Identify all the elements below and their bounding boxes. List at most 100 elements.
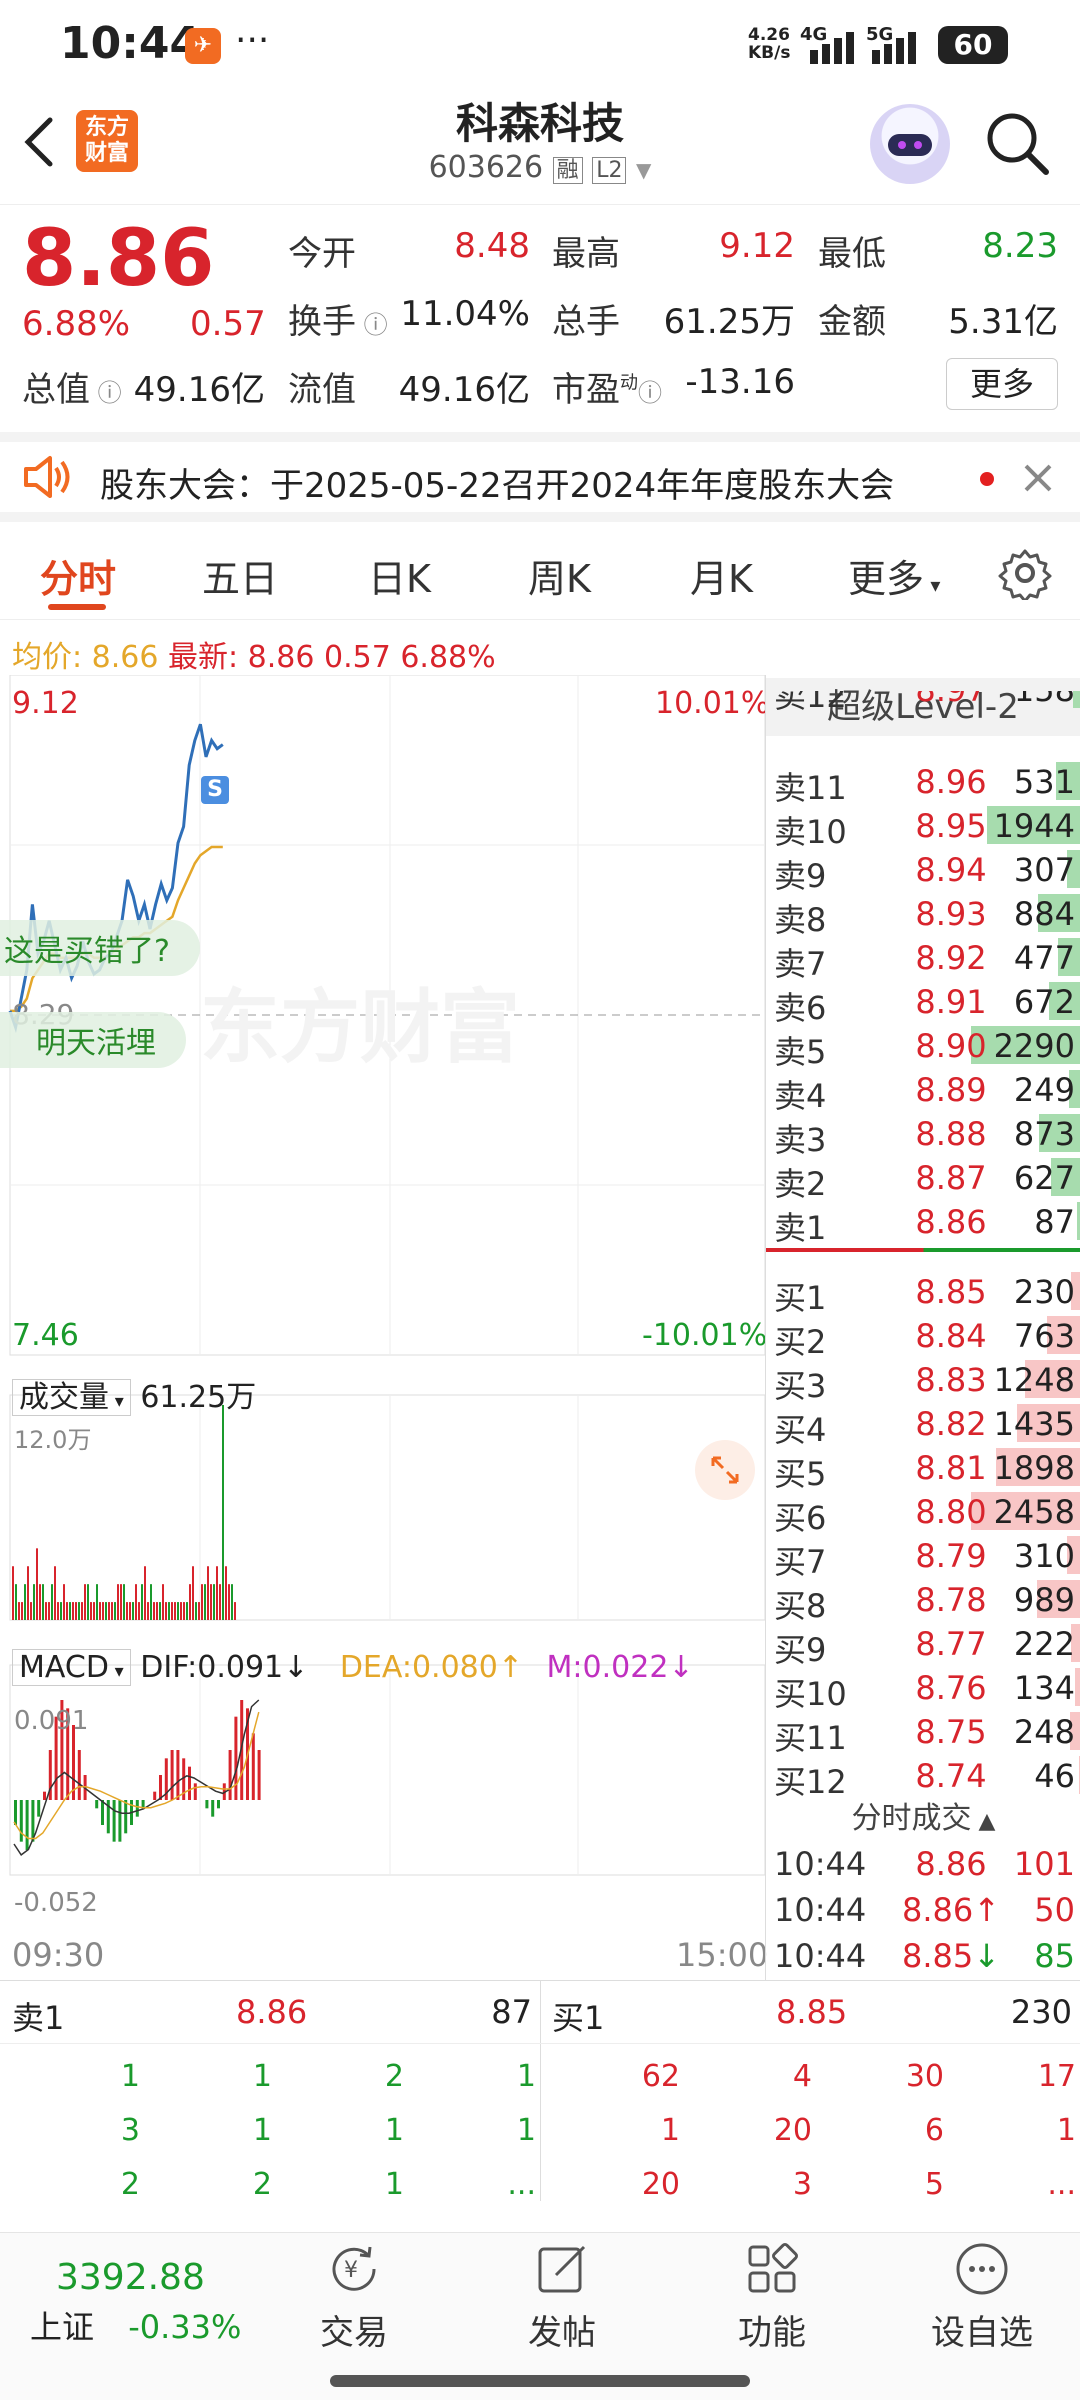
buy-row[interactable]: 买1 8.85 230 [766, 1269, 1080, 1317]
volume-bar [117, 1584, 119, 1620]
nav-functions[interactable]: 功能 [702, 2239, 842, 2354]
buy-row[interactable]: 买9 8.77 222 [766, 1621, 1080, 1669]
nav-trade[interactable]: ¥ 交易 [284, 2239, 424, 2354]
buy-price: 8.75 [915, 1713, 987, 1751]
sell-price: 8.89 [915, 1071, 987, 1109]
index-widget[interactable]: 3392.88 上证 -0.33% [30, 2257, 280, 2348]
sell-row[interactable]: 卖8 8.93 884 [766, 891, 1080, 939]
macd-bottom-label: -0.052 [14, 1888, 98, 1918]
sell-row[interactable]: 卖5 8.90 2290 [766, 1023, 1080, 1071]
sell-volume: 87 [1034, 1203, 1075, 1241]
close-icon[interactable] [1020, 460, 1056, 500]
nav-post-label: 发帖 [528, 2313, 596, 2353]
volume-bar [216, 1566, 218, 1620]
buy-price: 8.84 [915, 1317, 987, 1355]
sell-volume: 158 [1013, 671, 1075, 709]
tab-five-day[interactable]: 五日 [202, 548, 278, 603]
sell-row[interactable]: 卖6 8.91 672 [766, 979, 1080, 1027]
queue-cell: 2 [252, 2167, 272, 2202]
volume-bar [156, 1602, 158, 1620]
sell-price: 8.92 [915, 939, 987, 977]
tab-intraday[interactable]: 分时 [40, 548, 116, 603]
volume-bar [30, 1602, 32, 1620]
volume-bar [222, 1405, 224, 1620]
buy-row[interactable]: 买8 8.78 989 [766, 1577, 1080, 1625]
more-button[interactable]: 更多 [946, 358, 1058, 410]
volume-bar [21, 1602, 23, 1620]
tick-volume: 101 [1013, 1845, 1075, 1883]
sell-row[interactable]: 卖9 8.94 307 [766, 847, 1080, 895]
battery-icon: 60 [938, 26, 1008, 64]
buy-row[interactable]: 买2 8.84 763 [766, 1313, 1080, 1361]
sell-row[interactable]: 卖1 8.86 87 [766, 1199, 1080, 1247]
volume-bar [138, 1602, 140, 1620]
app-logo: 东方 财富 [76, 110, 138, 172]
sell-row[interactable]: 卖10 8.95 1944 [766, 803, 1080, 851]
sell-marker-icon[interactable]: S [201, 776, 229, 804]
macd-bar [95, 1800, 99, 1809]
avg-value: 8.66 [91, 640, 159, 675]
stock-code-row[interactable]: 603626 融 L2 ▼ [340, 150, 740, 185]
home-indicator [330, 2375, 750, 2387]
volume-bar [48, 1602, 50, 1620]
comment-bubble[interactable]: 明天活埋 [0, 1012, 186, 1068]
ticks-header[interactable]: 分时成交 ▲ [766, 1793, 1080, 1837]
buy-row[interactable]: 买5 8.81 1898 [766, 1445, 1080, 1493]
nav-post[interactable]: 发帖 [492, 2239, 632, 2354]
volume-bar [42, 1584, 44, 1620]
macd-indicator-dropdown[interactable]: MACD ▾ [12, 1649, 131, 1686]
badge-margin: 融 [552, 157, 583, 184]
buy-price: 8.77 [915, 1625, 987, 1663]
sell-row[interactable]: 卖3 8.88 873 [766, 1111, 1080, 1159]
back-icon[interactable] [18, 112, 58, 176]
buy-row[interactable]: 买10 8.76 134 [766, 1665, 1080, 1713]
open-value: 8.48 [454, 226, 530, 266]
buy-row[interactable]: 买3 8.83 1248 [766, 1357, 1080, 1405]
summary-divider [540, 1981, 541, 2201]
volume-bar [57, 1602, 59, 1620]
sell-row[interactable]: 卖2 8.87 627 [766, 1155, 1080, 1203]
sell-volume: 1944 [993, 807, 1075, 845]
buy-row[interactable]: 买7 8.79 310 [766, 1533, 1080, 1581]
queue-cell: 17 [1037, 2059, 1076, 2094]
macd-bar [25, 1800, 29, 1850]
volume-bar [96, 1584, 98, 1620]
sell-row[interactable]: 卖11 8.96 531 [766, 759, 1080, 807]
tab-monthly-k[interactable]: 月K [690, 548, 753, 603]
sell-row[interactable]: 卖7 8.92 477 [766, 935, 1080, 983]
search-icon[interactable] [982, 108, 1052, 182]
sell-row[interactable]: 卖4 8.89 249 [766, 1067, 1080, 1115]
sell-volume: 627 [1013, 1159, 1075, 1197]
queue-cell: 1 [516, 2059, 536, 2094]
volume-bar [159, 1602, 161, 1620]
dropdown-icon: ▼ [636, 158, 652, 182]
index-value: 3392.88 [56, 2257, 205, 2298]
buy-row[interactable]: 买6 8.80 2458 [766, 1489, 1080, 1537]
buy-row[interactable]: 买4 8.82 1435 [766, 1401, 1080, 1449]
active-tab-indicator [48, 604, 106, 610]
float-label: 流值 [288, 370, 356, 410]
notice-bar[interactable]: 股东大会：于2025-05-22召开2024年年度股东大会 [0, 432, 1080, 522]
settings-gear-icon[interactable] [998, 546, 1052, 604]
nav-add-watchlist[interactable]: 设自选 [912, 2239, 1052, 2354]
macd-bar [193, 1783, 197, 1800]
tab-weekly-k[interactable]: 周K [528, 548, 591, 603]
robot-avatar-icon[interactable] [870, 104, 950, 184]
queue-cell: 1 [384, 2113, 404, 2148]
buy-row[interactable]: 买12 8.74 46 [766, 1753, 1080, 1801]
comment-bubble[interactable]: 这是买错了? [0, 920, 200, 976]
tab-daily-k[interactable]: 日K [368, 548, 431, 603]
latest-chg: 0.57 [324, 640, 391, 675]
tick-price: 8.86 [915, 1845, 987, 1883]
intraday-chart[interactable]: 均价: 8.66 最新: 8.86 0.57 6.88% 东方财富 9.12 1… [0, 620, 769, 1980]
tab-more[interactable]: 更多 ▾ [848, 548, 940, 603]
depth-bar [1075, 1668, 1080, 1706]
volume-bar [210, 1584, 212, 1620]
more-notifications-icon: ··· [235, 20, 270, 61]
sell-row[interactable]: 卖12 8.97 158 [766, 671, 1080, 711]
buy-row[interactable]: 买11 8.75 248 [766, 1709, 1080, 1757]
expand-icon[interactable] [695, 1440, 755, 1500]
sell-price: 8.86 [915, 1203, 987, 1241]
sell-volume: 477 [1013, 939, 1075, 977]
volume-indicator-dropdown[interactable]: 成交量 ▾ [12, 1379, 131, 1416]
